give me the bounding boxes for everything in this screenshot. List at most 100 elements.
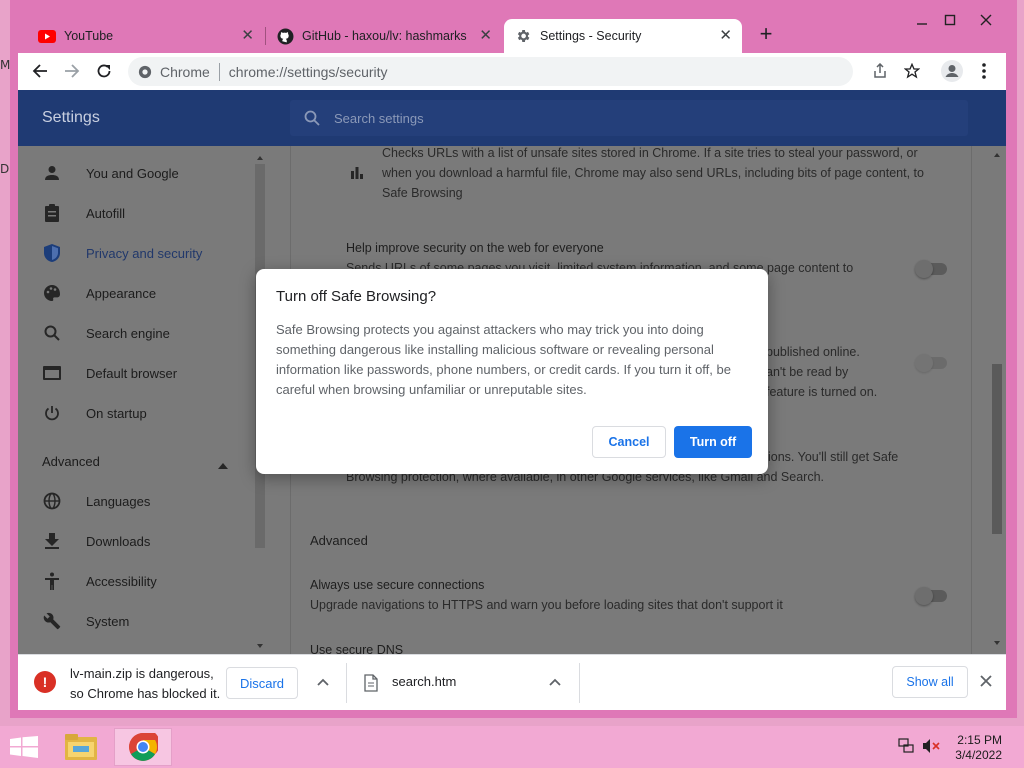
setting-toggle-disabled[interactable]	[915, 354, 947, 372]
standard-protection-description: when you download a harmful file, Chrome…	[382, 166, 924, 180]
download-divider	[346, 663, 347, 703]
profile-button[interactable]	[938, 57, 966, 85]
sidebar-item-label: Appearance	[86, 285, 157, 301]
download-icon	[42, 531, 62, 551]
desktop-icon-label[interactable]: D	[0, 162, 10, 176]
bookmark-button[interactable]	[898, 57, 926, 85]
chevron-up-icon[interactable]	[218, 456, 228, 474]
windows-start-icon[interactable]	[10, 736, 38, 763]
sidebar-item-search-engine[interactable]: Search engine	[18, 316, 258, 350]
sidebar-item-default-browser[interactable]: Default browser	[18, 356, 258, 390]
tab-title: GitHub - haxou/lv: hashmarks	[302, 29, 467, 43]
tab-close-icon[interactable]: ✕	[241, 28, 254, 44]
sidebar-item-downloads[interactable]: Downloads	[18, 524, 258, 558]
close-download-shelf-icon[interactable]	[980, 671, 992, 692]
youtube-icon	[38, 27, 56, 45]
shield-icon	[42, 243, 62, 263]
share-icon	[874, 63, 886, 78]
discard-button[interactable]: Discard	[226, 667, 298, 699]
chevron-up-icon[interactable]	[316, 675, 330, 689]
sidebar-item-languages[interactable]: Languages	[18, 484, 258, 518]
url-text[interactable]: chrome://settings/security	[229, 64, 388, 80]
no-protection-description: ions. You'll still get Safe	[768, 450, 899, 464]
close-window-button[interactable]	[968, 8, 1004, 32]
clock-date: 3/4/2022	[955, 748, 1002, 762]
sidebar-item-appearance[interactable]: Appearance	[18, 276, 258, 310]
setting-description-fragment: published online.	[766, 345, 860, 359]
advanced-section-header: Advanced	[310, 533, 368, 548]
arrow-left-icon	[32, 64, 47, 78]
taskbar-clock[interactable]: 2:15 PM 3/4/2022	[948, 733, 1002, 763]
taskbar-file-explorer[interactable]	[52, 728, 110, 766]
arrow-right-icon	[65, 64, 80, 78]
taskbar-chrome[interactable]	[114, 728, 172, 766]
sidebar-item-label: You and Google	[86, 165, 179, 181]
main-scrollbar[interactable]	[990, 146, 1004, 654]
sidebar-item-label: Default browser	[86, 365, 178, 381]
network-icon[interactable]	[898, 738, 914, 759]
sidebar-item-label: Privacy and security	[86, 245, 203, 261]
reload-button[interactable]	[90, 57, 118, 85]
folder-icon	[65, 734, 97, 760]
sidebar-item-you-and-google[interactable]: You and Google	[18, 156, 258, 190]
forward-button[interactable]	[58, 57, 86, 85]
download-item-file[interactable]: search.htm	[392, 674, 456, 689]
address-bar[interactable]: Chrome chrome://settings/security	[128, 57, 853, 86]
setting-description-fragment: feature is turned on.	[766, 385, 878, 399]
chrome-icon	[129, 733, 158, 761]
show-all-button[interactable]: Show all	[892, 666, 968, 698]
search-icon	[304, 110, 320, 126]
file-icon	[364, 674, 378, 697]
sidebar-item-label: On startup	[86, 405, 147, 421]
globe-icon	[42, 491, 62, 511]
download-divider	[579, 663, 580, 703]
secure-connections-description: Upgrade navigations to HTTPS and warn yo…	[310, 598, 783, 612]
sidebar-item-on-startup[interactable]: On startup	[18, 396, 258, 430]
share-button[interactable]	[866, 57, 894, 85]
maximize-button[interactable]	[932, 8, 968, 32]
tab-close-icon[interactable]: ✕	[719, 28, 732, 44]
sidebar-item-autofill[interactable]: Autofill	[18, 196, 258, 230]
secure-connections-toggle[interactable]	[915, 587, 947, 605]
star-icon	[904, 63, 920, 79]
sidebar-item-system[interactable]: System	[18, 604, 258, 638]
chevron-up-icon[interactable]	[548, 675, 562, 689]
tab-github[interactable]: GitHub - haxou/lv: hashmarks ✕	[266, 19, 502, 53]
sidebar-item-label: System	[86, 613, 130, 629]
dialog-body: Safe Browsing protects you against attac…	[276, 322, 731, 397]
maximize-icon	[944, 14, 956, 26]
tab-youtube[interactable]: YouTube ✕	[18, 19, 264, 53]
kebab-menu-icon	[982, 63, 986, 79]
sidebar-item-accessibility[interactable]: Accessibility	[18, 564, 258, 598]
download-warning-text: lv-main.zip is dangerous,	[70, 666, 214, 681]
menu-button[interactable]	[970, 57, 998, 85]
sidebar-item-privacy-and-security[interactable]: Privacy and security	[18, 236, 258, 270]
cancel-button[interactable]: Cancel	[592, 426, 666, 458]
search-input[interactable]	[334, 110, 894, 126]
taskbar: 2:15 PM 3/4/2022	[0, 726, 1024, 768]
tab-close-icon[interactable]: ✕	[479, 28, 492, 44]
wrench-icon	[42, 611, 62, 631]
turn-off-button[interactable]: Turn off	[674, 426, 752, 458]
chrome-info-icon[interactable]	[138, 65, 152, 79]
gear-icon	[514, 27, 532, 45]
help-improve-toggle[interactable]	[915, 260, 947, 278]
tab-settings-security[interactable]: Settings - Security ✕	[504, 19, 742, 53]
search-icon	[42, 323, 62, 343]
clock-time: 2:15 PM	[957, 733, 1002, 747]
standard-protection-description: Safe Browsing	[382, 186, 463, 200]
desktop-icon-label[interactable]: M	[0, 58, 10, 72]
omnibox-divider	[218, 62, 220, 81]
browser-toolbar: Chrome chrome://settings/security	[18, 53, 1006, 90]
tab-title: Settings - Security	[540, 29, 642, 43]
standard-protection-description: Checks URLs with a list of unsafe sites …	[382, 146, 918, 160]
new-tab-button[interactable]: +	[755, 23, 777, 46]
clipboard-icon	[42, 203, 62, 223]
sidebar-advanced-header[interactable]: Advanced	[42, 454, 100, 469]
setting-description-fragment: an't be read by	[766, 365, 849, 379]
page-title: Settings	[42, 109, 100, 126]
download-item-blocked[interactable]: lv-main.zip is dangerous, so Chrome has …	[70, 664, 220, 704]
search-box[interactable]	[290, 100, 968, 136]
back-button[interactable]	[26, 57, 54, 85]
volume-muted-icon[interactable]	[922, 738, 940, 759]
